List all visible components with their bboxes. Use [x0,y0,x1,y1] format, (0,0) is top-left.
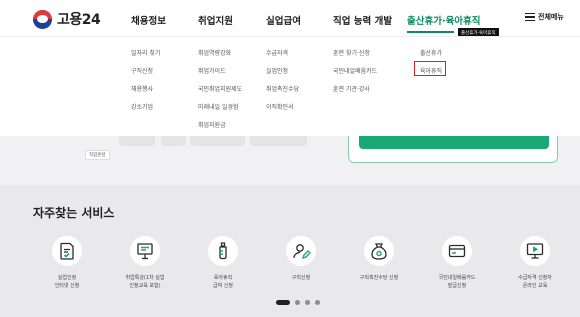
person-edit-icon [286,236,316,266]
credit-card-icon [442,236,472,266]
service-label: 수급자격 신청자 온라인 교육 [518,275,552,289]
menu-item[interactable]: 강소기업 [131,102,161,120]
mega-col-unemployment-benefits: 수급자격 실업인정 취업촉진수당 이직확인서 [266,48,299,120]
menu-item[interactable]: 수급자격 [266,48,299,66]
menu-item[interactable]: 미래내일 일경험 [198,102,242,120]
nav-maternity-parental-leave[interactable]: 출산휴가·육아휴직 [407,13,481,27]
carousel-dot[interactable] [305,300,310,305]
nav-unemployment-benefits[interactable]: 실업급여 [266,13,301,27]
hamburger-icon [525,12,535,22]
background-card [250,136,307,146]
background-card [190,136,245,146]
service-label: 구직신청 [291,275,311,281]
carousel-dot-active[interactable] [276,300,290,305]
menu-item[interactable]: 이직확인서 [266,102,299,120]
carousel-pagination [276,300,325,305]
menu-item[interactable]: 구직신청 [131,66,161,84]
site-header: 고용24 채용정보 취업지원 실업급여 직업 능력 개발 출산휴가·육아휴직 출… [0,0,580,38]
document-check-icon [52,236,82,266]
nav-vocational-training[interactable]: 직업 능력 개발 [333,13,392,27]
baby-bottle-icon [208,236,238,266]
menu-item[interactable]: 훈련 찾기·신청 [333,48,377,66]
service-label: 국민내일배움카드 발급신청 [438,275,476,289]
menu-item[interactable]: 국민내일배움카드 [333,66,377,84]
monitor-play-icon [520,236,550,266]
money-bag-icon [364,236,394,266]
mega-menu-dropdown: 일자리 찾기 구직신청 채용행사 강소기업 취업역량강화 취업가이드 국민취업지… [0,36,580,136]
menu-item[interactable]: 실업인정 [266,66,299,84]
mega-col-vocational-training: 훈련 찾기·신청 국민내일배움카드 훈련 기관·강사 [333,48,377,102]
service-label: 육아휴직 급여 신청 [213,275,233,289]
content-band: 직업훈련 [0,136,580,185]
all-menu-button[interactable]: 전체메뉴 [525,12,564,22]
taegeuk-logo-icon [33,9,52,29]
presentation-board-icon [130,236,160,266]
all-menu-label: 전체메뉴 [538,13,564,21]
mega-col-employment-support: 취업역량강화 취업가이드 국민취업지원제도 미래내일 일경험 취업지원금 [198,48,242,138]
highlight-box [414,61,446,76]
service-label: 취업특강(1차 실업 인정교육 포함) [125,275,165,289]
right-panel-card [348,136,558,163]
service-label: 실업인정 인터넷 신청 [54,275,80,289]
menu-item[interactable]: 취업가이드 [198,66,242,84]
site-logo[interactable]: 고용24 [33,9,101,29]
menu-item[interactable]: 국민취업지원제도 [198,84,242,102]
menu-item[interactable]: 취업촉진수당 [266,84,299,102]
vocational-training-chip[interactable]: 직업훈련 [85,150,110,160]
background-card [161,136,186,146]
mega-col-jobs: 일자리 찾기 구직신청 채용행사 강소기업 [131,48,161,120]
logo-text: 고용24 [57,12,101,28]
menu-item[interactable]: 일자리 찾기 [131,48,161,66]
nav-employment-support[interactable]: 취업지원 [198,13,233,27]
carousel-dot[interactable] [315,300,320,305]
menu-item[interactable]: 취업역량강화 [198,48,242,66]
menu-item[interactable]: 훈련 기관·강사 [333,84,377,102]
frequent-services-section: 자주찾는 서비스 실업인정인터넷 신청 취업특강(1차 실업인정교육 포함) [0,185,580,317]
service-label: 구직촉진수당 신청 [359,275,399,281]
carousel-dot[interactable] [295,300,300,305]
background-card [119,136,155,146]
nav-jobs[interactable]: 채용정보 [131,13,166,27]
right-panel-button[interactable] [359,136,549,149]
active-nav-underline [407,31,454,33]
section-title: 자주찾는 서비스 [33,206,115,220]
menu-item[interactable]: 채용행사 [131,84,161,102]
